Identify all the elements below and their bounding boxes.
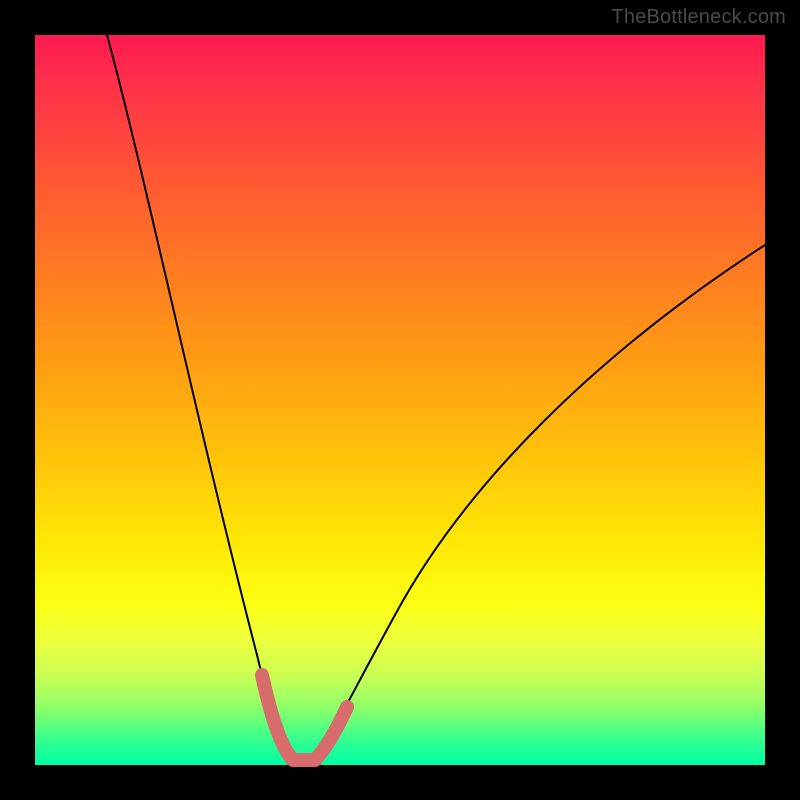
curve-svg — [35, 35, 765, 765]
watermark-text: TheBottleneck.com — [611, 6, 786, 29]
optimal-zone-overlay — [262, 675, 347, 760]
bottleneck-curve — [107, 35, 765, 762]
plot-area — [35, 35, 765, 765]
chart-container: TheBottleneck.com — [0, 0, 800, 800]
